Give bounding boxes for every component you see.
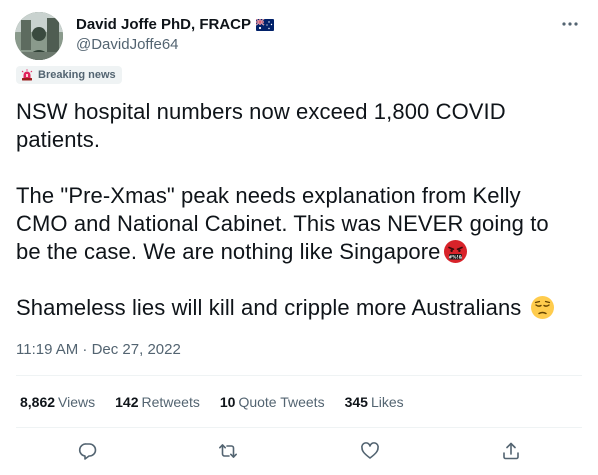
stat-quote-tweets-count: 10 (219, 394, 236, 410)
stat-views-label: Views (58, 394, 96, 410)
engagement-stats: 8,862 Views 142 Retweets 10 Quote Tweets 34… (20, 392, 424, 412)
stat-quote-tweets-label: Quote Tweets (238, 394, 325, 410)
tweet-paragraph-3-text: Shameless lies will kill and cripple mor… (16, 295, 528, 320)
siren-icon (21, 69, 33, 81)
tweet: David Joffe PhD, FRACP @DavidJoffe64 Bre… (0, 0, 598, 475)
stat-retweets[interactable]: 142 Retweets (115, 394, 200, 410)
author-block: David Joffe PhD, FRACP @DavidJoffe64 (76, 15, 275, 55)
label-text: Breaking news (38, 69, 116, 81)
like-icon[interactable] (358, 439, 382, 463)
stat-quote-tweets[interactable]: 10 Quote Tweets (220, 394, 325, 410)
divider (16, 375, 582, 376)
tweet-timestamp[interactable]: 11:19 AM · Dec 27, 2022 (16, 340, 181, 360)
stat-likes[interactable]: 345 Likes (345, 394, 404, 410)
profile-photo (15, 12, 63, 60)
author-handle[interactable]: @DavidJoffe64 (76, 35, 274, 55)
avatar[interactable] (15, 12, 63, 60)
svg-text:#%!&: #%!& (448, 254, 462, 259)
stat-retweets-label: Retweets (141, 394, 200, 410)
author-name[interactable]: David Joffe PhD, FRACP (76, 15, 251, 35)
retweet-icon[interactable] (216, 439, 240, 463)
tweet-paragraph-2-text: The "Pre-Xmas" peak needs explanation fr… (16, 183, 549, 264)
divider (16, 427, 582, 428)
more-options-icon[interactable] (560, 14, 580, 34)
share-icon[interactable] (499, 439, 523, 463)
face-with-symbols-on-mouth-icon: #%!& (443, 239, 468, 264)
pensive-face-icon (530, 295, 555, 320)
tweet-paragraph-1: NSW hospital numbers now exceed 1,800 CO… (16, 99, 506, 152)
stat-views-count: 8,862 (20, 394, 56, 410)
stat-likes-count: 345 (344, 394, 368, 410)
tweet-paragraph-3: Shameless lies will kill and cripple mor… (16, 294, 576, 322)
stat-views[interactable]: 8,862 Views (20, 394, 95, 410)
action-bar (16, 435, 582, 467)
australia-flag-icon (256, 19, 275, 31)
tweet-text: NSW hospital numbers now exceed 1,800 CO… (16, 98, 576, 322)
breaking-news-label[interactable]: Breaking news (16, 66, 122, 84)
reply-icon[interactable] (76, 439, 100, 463)
stat-likes-label: Likes (370, 394, 404, 410)
tweet-paragraph-2: The "Pre-Xmas" peak needs explanation fr… (16, 182, 576, 266)
stat-retweets-count: 142 (115, 394, 139, 410)
